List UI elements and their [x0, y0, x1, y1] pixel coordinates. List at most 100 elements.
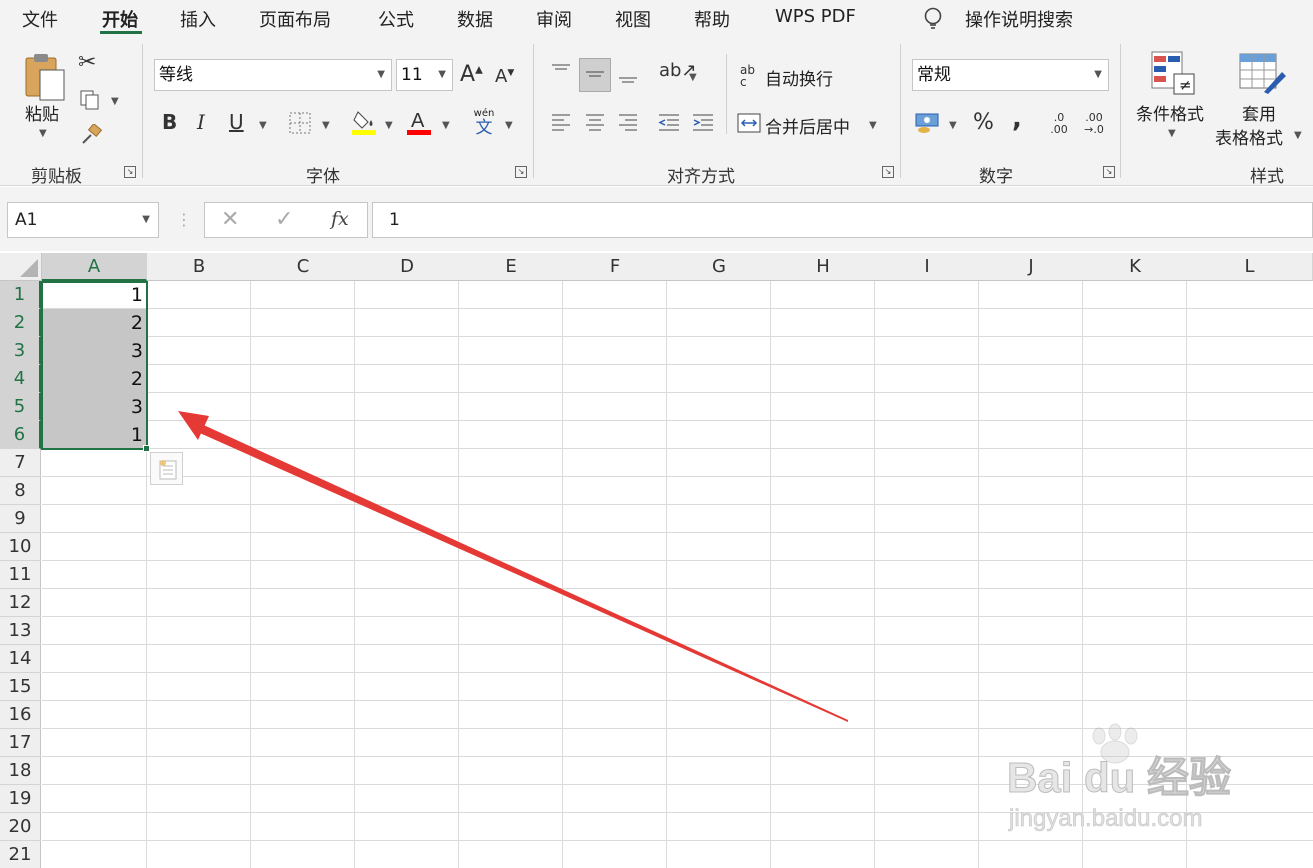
- tab-view[interactable]: 视图: [615, 6, 651, 32]
- group-divider: [900, 44, 901, 178]
- paste-button[interactable]: 粘贴: [25, 100, 59, 125]
- tab-home[interactable]: 开始: [102, 6, 138, 32]
- font-color-icon[interactable]: A: [407, 108, 433, 136]
- align-center-icon[interactable]: [584, 112, 606, 134]
- font-size-field[interactable]: 11 ▼: [396, 59, 453, 91]
- phonetic-guide-icon[interactable]: wén 文: [472, 108, 496, 137]
- conditional-formatting-dropdown-icon[interactable]: ▼: [1168, 128, 1176, 139]
- accounting-dropdown-icon[interactable]: ▼: [949, 120, 957, 131]
- decrease-font-size-icon[interactable]: A▼: [495, 68, 514, 86]
- wrap-text-button[interactable]: 自动换行: [765, 65, 833, 90]
- tab-help[interactable]: 帮助: [694, 6, 730, 32]
- svg-text:A: A: [411, 110, 425, 132]
- formula-input-value: 1: [389, 210, 400, 230]
- number-format-value: 常规: [917, 65, 951, 85]
- formula-input[interactable]: 1: [372, 202, 1313, 238]
- chevron-down-icon: ▼: [438, 69, 446, 80]
- watermark-brand: Bai du 经验: [1007, 754, 1231, 801]
- insert-function-icon[interactable]: fx: [331, 208, 349, 230]
- alignment-group-label: 对齐方式: [667, 167, 735, 187]
- fill-color-icon[interactable]: [352, 108, 378, 136]
- underline-dropdown-icon[interactable]: ▼: [259, 120, 267, 131]
- phonetic-dropdown-icon[interactable]: ▼: [505, 120, 513, 131]
- lightbulb-icon: [924, 7, 942, 29]
- formula-bar-grip-icon: ⋮: [176, 210, 192, 229]
- increase-indent-icon[interactable]: [691, 112, 715, 134]
- align-right-icon[interactable]: [617, 112, 639, 134]
- align-middle-icon: [586, 71, 604, 77]
- tab-formulas[interactable]: 公式: [378, 6, 414, 32]
- format-as-table-line1[interactable]: 套用: [1242, 100, 1276, 125]
- name-box[interactable]: A1 ▼: [7, 202, 159, 238]
- borders-icon[interactable]: [289, 112, 311, 134]
- cut-icon[interactable]: ✂: [78, 52, 96, 74]
- chevron-down-icon: ▼: [142, 214, 150, 225]
- font-launcher-icon[interactable]: ↘: [515, 166, 527, 178]
- conditional-formatting-icon[interactable]: ≠: [1150, 50, 1196, 96]
- format-as-table-line2[interactable]: 表格格式: [1215, 124, 1283, 149]
- tab-data[interactable]: 数据: [457, 6, 493, 32]
- number-launcher-icon[interactable]: ↘: [1103, 166, 1115, 178]
- wrap-text-icon-bottom: c: [740, 75, 747, 89]
- format-painter-icon[interactable]: [80, 124, 102, 146]
- merge-center-icon[interactable]: [737, 112, 761, 134]
- worksheet-grid[interactable]: ABCDEFGHIJKL 1 2 3 4 5 6 7 8 9 10 11 12 13 14 15 16 17 18…: [0, 253, 1313, 868]
- tab-insert[interactable]: 插入: [180, 6, 216, 32]
- accounting-format-icon[interactable]: [914, 111, 942, 135]
- ribbon-tab-bar: 文件 开始 插入 页面布局 公式 数据 审阅 视图 帮助 WPS PDF 操作说…: [0, 0, 1313, 40]
- decrease-decimal-icon[interactable]: .00 →.0: [1080, 112, 1108, 136]
- baidu-jingyan-watermark: Bai du 经验 jingyan.baidu.com: [1007, 723, 1232, 832]
- alignment-launcher-icon[interactable]: ↘: [882, 166, 894, 178]
- copy-icon[interactable]: [80, 90, 100, 110]
- number-group-label: 数字: [979, 167, 1013, 187]
- tab-file[interactable]: 文件: [22, 6, 58, 32]
- font-name-value: 等线: [159, 65, 193, 85]
- number-format-field[interactable]: 常规 ▼: [912, 59, 1109, 91]
- clipboard-group-label: 剪贴板: [31, 167, 82, 187]
- group-divider: [533, 44, 534, 178]
- wrap-text-icon[interactable]: ab c: [740, 64, 760, 88]
- format-as-table-dropdown-icon[interactable]: ▼: [1294, 130, 1302, 141]
- chevron-down-icon: ▼: [1094, 69, 1102, 80]
- cancel-icon[interactable]: ✕: [221, 207, 239, 232]
- svg-text:≠: ≠: [1179, 76, 1192, 94]
- merge-dropdown-icon[interactable]: ▼: [869, 120, 877, 131]
- italic-icon[interactable]: I: [197, 112, 205, 132]
- align-top-icon[interactable]: [550, 62, 572, 84]
- underline-icon[interactable]: U: [229, 112, 244, 132]
- bold-icon[interactable]: B: [162, 112, 177, 132]
- conditional-formatting-button[interactable]: 条件格式: [1136, 100, 1204, 125]
- increase-font-size-icon[interactable]: A▲: [460, 64, 483, 86]
- font-name-field[interactable]: 等线 ▼: [154, 59, 392, 91]
- copy-dropdown-icon[interactable]: ▼: [111, 96, 119, 107]
- font-color-dropdown-icon[interactable]: ▼: [442, 120, 450, 131]
- active-tab-indicator: [100, 31, 142, 34]
- tell-me-search[interactable]: 操作说明搜索: [965, 6, 1073, 32]
- merge-center-button[interactable]: 合并后居中: [765, 113, 850, 138]
- formula-buttons: ✕ ✓ fx: [204, 202, 368, 238]
- orientation-dropdown-icon[interactable]: ▼: [689, 72, 697, 83]
- decrease-indent-icon[interactable]: [657, 112, 681, 134]
- ribbon: 粘贴 ▼ ✂ ▼ 剪贴板 ↘ 等线 ▼ 11 ▼ A▲ A▼ B I U ▼ ▼…: [0, 40, 1313, 187]
- name-box-value: A1: [15, 210, 38, 230]
- alignment-inner-divider: [726, 54, 727, 134]
- clipboard-launcher-icon[interactable]: ↘: [124, 166, 136, 178]
- paste-icon[interactable]: [24, 52, 68, 102]
- align-bottom-icon[interactable]: [617, 64, 639, 86]
- tab-page-layout[interactable]: 页面布局: [259, 6, 331, 32]
- increase-decimal-icon[interactable]: .0 .00: [1046, 112, 1072, 136]
- percent-style-icon[interactable]: %: [973, 112, 994, 134]
- align-left-icon[interactable]: [550, 112, 572, 134]
- tab-review[interactable]: 审阅: [536, 6, 572, 32]
- borders-dropdown-icon[interactable]: ▼: [322, 120, 330, 131]
- comma-style-icon[interactable]: ,: [1012, 106, 1022, 132]
- fill-color-dropdown-icon[interactable]: ▼: [385, 120, 393, 131]
- format-as-table-icon[interactable]: [1238, 52, 1288, 96]
- styles-group-label: 样式: [1250, 167, 1284, 187]
- font-size-value: 11: [401, 65, 423, 85]
- group-divider: [142, 44, 143, 178]
- tab-wps-pdf[interactable]: WPS PDF: [775, 6, 856, 27]
- decrease-decimal-bottom: →.0: [1084, 123, 1104, 136]
- paste-dropdown-icon[interactable]: ▼: [39, 128, 47, 139]
- enter-icon[interactable]: ✓: [275, 207, 293, 232]
